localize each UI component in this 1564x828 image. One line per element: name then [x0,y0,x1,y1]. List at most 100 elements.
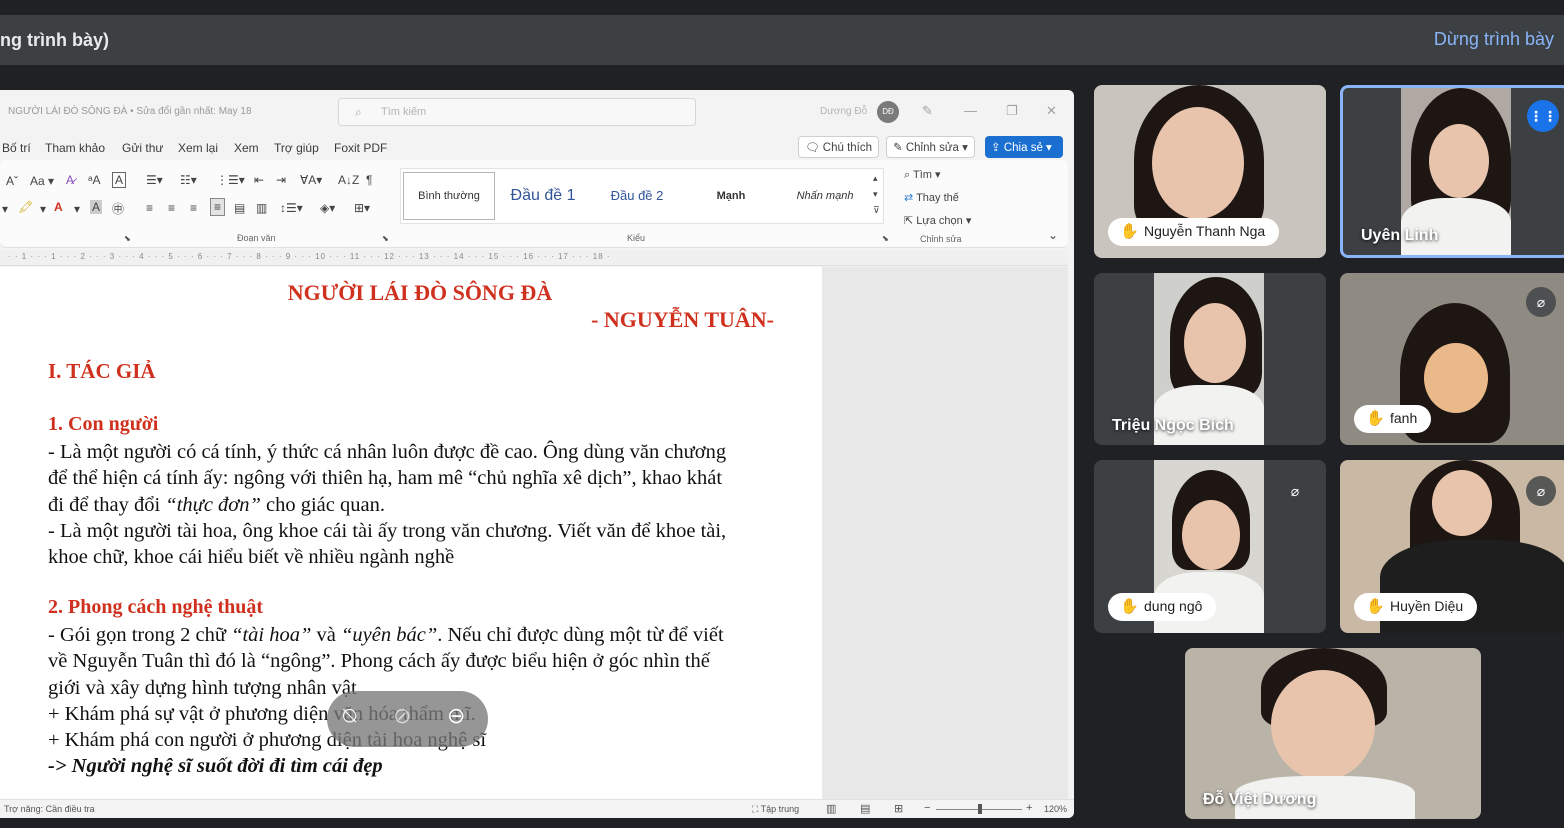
volume-off-icon[interactable]: ⊘ [393,703,411,729]
shading-icon[interactable]: A [90,200,103,214]
p3-line-2: về Nguyễn Tuân thì đó là “ngông”. Phong … [48,650,710,673]
ribbon-collapse-icon[interactable]: ⌄ [1048,228,1058,242]
read-mode-icon[interactable]: ▥ [826,802,836,815]
zoom-slider-thumb[interactable] [978,804,982,814]
fill-icon[interactable]: ◈▾ [320,201,335,215]
columns-icon[interactable]: ▥ [256,201,267,215]
find-button[interactable]: ⌕ Tìm ▾ [904,168,941,182]
participant-tile[interactable]: Triệu Ngọc Bích [1094,273,1326,445]
document-title: NGƯỜI LÁI ĐÒ SÔNG ĐÀ [287,280,553,305]
menu-help[interactable]: Trợ giúp [274,141,319,155]
text-effects-icon[interactable]: ᵃA [88,173,100,187]
minimize-icon[interactable]: — [964,103,977,118]
sort-icon[interactable]: A↓Z [338,173,359,187]
chevron-down-icon[interactable]: ▾ [40,202,46,216]
pen-icon[interactable]: ✎ [922,103,933,119]
focus-mode-button[interactable]: ⛶ Tập trung [752,804,799,815]
document-author: - NGUYỄN TUÂN- [591,307,774,332]
editing-mode-button[interactable]: ✎ Chỉnh sửa ▾ [886,136,975,158]
clear-formatting-icon[interactable]: A̷ [66,173,74,187]
character-border-icon[interactable]: A [112,172,127,188]
font-color-icon[interactable]: A [54,200,63,214]
cursor-icon: ⇱ [904,215,917,227]
styles-dialog-launcher-icon[interactable]: ⬊ [882,234,889,243]
menu-foxit-pdf[interactable]: Foxit PDF [334,141,387,155]
increase-indent-icon[interactable]: ⇥ [276,173,286,187]
participant-tile[interactable]: Đỗ Việt Dương [1185,648,1481,819]
participant-name: Triệu Ngọc Bích [1112,417,1234,434]
participant-tile-active[interactable]: ⋮⋮ Uyên Linh [1340,85,1564,258]
zoom-in-icon[interactable]: + [1026,802,1032,814]
paragraph-1: - Là một người có cá tính, ý thức cá nhâ… [48,439,778,570]
numbering-icon[interactable]: ☷▾ [180,173,197,187]
multilevel-list-icon[interactable]: ⋮☰▾ [216,173,245,187]
menu-mailings[interactable]: Gửi thư [122,141,163,155]
participant-tile[interactable]: ✋ Nguyễn Thanh Nga [1094,85,1326,258]
stop-presenting-button[interactable]: Dừng trình bày [1434,29,1554,50]
gallery-down-icon[interactable]: ▾ [873,189,878,200]
search-icon: ⌕ [355,105,362,119]
zoom-out-icon[interactable]: − [924,802,930,814]
share-label: Chia sẻ [1003,142,1043,154]
align-right-icon[interactable]: ≡ [190,201,197,215]
name-pill: ✋ dung ngô [1108,593,1217,621]
bullets-icon[interactable]: ☰▾ [146,173,163,187]
restore-icon[interactable]: ❐ [1006,103,1018,119]
gallery-up-icon[interactable]: ▴ [873,173,878,184]
decrease-indent-icon[interactable]: ⇤ [254,173,264,187]
comments-button[interactable]: 🗨 Chú thích [798,136,880,158]
sub-heading-2: 2. Phong cách nghệ thuật [48,596,264,618]
show-marks-icon[interactable]: ¶ [366,173,372,187]
chevron-down-icon[interactable]: ▾ [74,202,80,216]
select-button[interactable]: ⇱ Lựa chọn ▾ [904,214,971,227]
share-button[interactable]: ⇪ Chia sẻ ▾ [985,136,1063,158]
document-name[interactable]: NGƯỜI LÁI ĐÒ SÔNG ĐÀ • Sửa đổi gần nhất:… [8,106,252,117]
avatar[interactable]: DĐ [877,101,899,123]
text-direction-icon[interactable]: ⱯA▾ [300,173,322,187]
print-layout-icon[interactable]: ▤ [860,802,870,815]
remove-icon[interactable]: ⊖ [447,703,465,729]
document-area[interactable]: NGƯỜI LÁI ĐÒ SÔNG ĐÀ - NGUYỄN TUÂN- I. T… [0,267,1068,799]
p1-line-3-c: cho giác quan. [260,493,385,516]
chevron-down-icon[interactable]: ▾ [2,202,8,216]
find-label: Tìm [913,169,932,181]
style-heading-1[interactable]: Đầu đề 1 [501,169,585,223]
search-input[interactable]: ⌕ Tìm kiếm [338,98,696,126]
font-dialog-launcher-icon[interactable]: ⬊ [124,234,131,243]
status-bar: Trợ năng: Cần điều tra ⛶ Tập trung ▥ ▤ ⊞… [0,799,1074,818]
enclose-char-icon[interactable]: ㊥ [112,200,124,217]
style-normal[interactable]: Bình thường [403,172,495,220]
mic-off-icon: ⌀ [1526,287,1556,317]
face [1429,124,1489,198]
align-center-icon[interactable]: ≡ [168,201,175,215]
p2-line-1: - Là một người tài hoa, ông khoe cái tài… [48,519,727,542]
pin-off-icon[interactable]: ⍉ [343,703,356,729]
menu-view[interactable]: Xem [234,141,259,155]
close-icon[interactable]: ✕ [1046,103,1057,119]
justify-icon[interactable]: ≡ [210,198,226,216]
align-left-icon[interactable]: ≡ [146,201,153,215]
gallery-more-icon[interactable]: ⊽ [873,205,880,216]
line-spacing-icon[interactable]: ↕☰▾ [280,201,303,215]
paragraph-dialog-launcher-icon[interactable]: ⬊ [382,234,389,243]
style-heading-2[interactable]: Đầu đề 2 [591,169,683,223]
menu-review[interactable]: Xem lại [178,141,218,155]
style-strong[interactable]: Mạnh [686,169,776,223]
participant-tile[interactable]: ⌀ ✋ dung ngô [1094,460,1326,633]
borders-icon[interactable]: ⊞▾ [354,201,370,215]
menu-references[interactable]: Tham khảo [45,141,105,155]
web-layout-icon[interactable]: ⊞ [894,802,903,815]
participant-tile[interactable]: ⌀ ✋ fanh [1340,273,1564,445]
zoom-level[interactable]: 120% [1044,804,1067,814]
distributed-icon[interactable]: ▤ [234,201,245,215]
ruler[interactable]: · · 1 · · · 1 · · · 2 · · · 3 · · · 4 · … [0,250,1068,266]
face [1182,500,1240,570]
replace-button[interactable]: ⇄ Thay thế [904,191,959,204]
menu-layout[interactable]: Bố trí [2,141,31,155]
participant-tile[interactable]: ⌀ ✋ Huyền Diệu [1340,460,1564,633]
style-emphasis[interactable]: Nhấn mạnh [781,169,869,223]
shrink-font-icon[interactable]: Aˇ [6,174,18,188]
change-case-button[interactable]: Aa ▾ [30,174,54,188]
highlight-icon[interactable]: 🖍 [18,200,33,214]
accessibility-status[interactable]: Trợ năng: Cần điều tra [4,804,95,814]
